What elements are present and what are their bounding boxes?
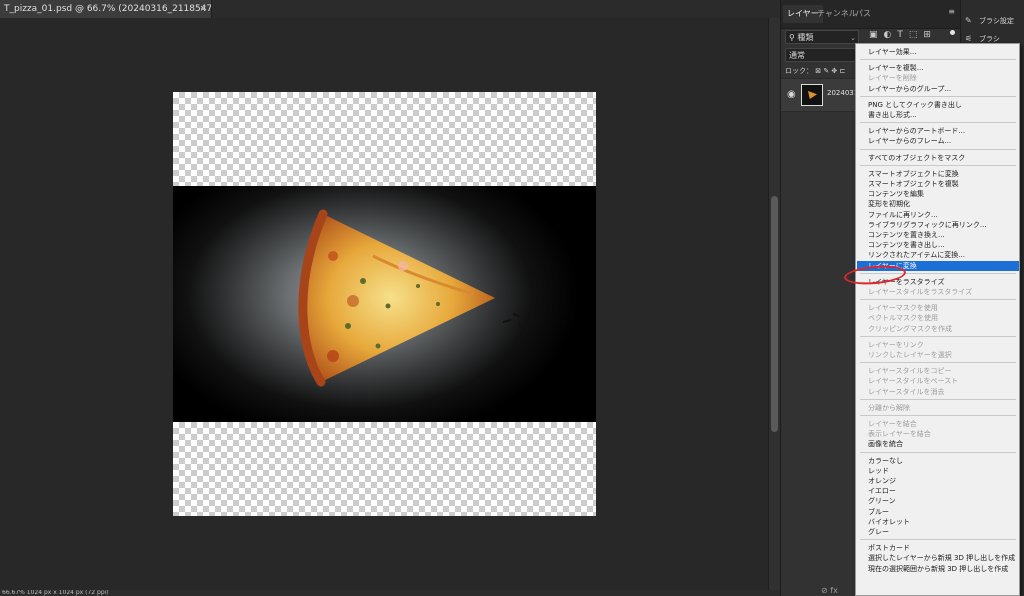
- menu-item[interactable]: ブルー: [868, 507, 1018, 517]
- menu-item[interactable]: コンテンツを編集: [868, 189, 1018, 199]
- menu-item[interactable]: グリーン: [868, 496, 1018, 506]
- transparent-area-bottom: [173, 422, 596, 516]
- layer-context-menu: レイヤー効果... レイヤーを複製... レイヤーを削除 レイヤーからのグループ...…: [855, 43, 1020, 596]
- document-tab-title: T_pizza_01.psd @ 66.7% (20240316_2118547…: [4, 4, 212, 14]
- menu-item: 表示レイヤーを結合: [868, 430, 931, 439]
- menu-item[interactable]: PNG としてクイック書き出し: [868, 100, 1018, 110]
- menu-separator: [860, 539, 1016, 541]
- menu-item: 分離から解除: [868, 403, 910, 412]
- tab-paths[interactable]: パス: [851, 5, 875, 23]
- menu-item[interactable]: レイヤーからのフレーム...: [868, 136, 1018, 146]
- menu-item[interactable]: イエロー: [868, 486, 1018, 496]
- layer-thumbnail: [801, 84, 823, 106]
- menu-item: レイヤースタイルをペースト: [868, 377, 959, 386]
- menu-separator: [860, 362, 1016, 364]
- menu-item-selected[interactable]: レイヤーに変換: [857, 260, 1019, 271]
- lock-label: ロック：: [785, 67, 813, 75]
- menu-item[interactable]: カラーなし: [868, 456, 1018, 466]
- menu-item[interactable]: レイヤーを複製...: [868, 63, 1018, 73]
- panel-footer-icons[interactable]: ⊘ fx: [821, 586, 838, 595]
- brush-settings-icon: ✎: [965, 16, 972, 25]
- layer-filter-select[interactable]: ⚲ 種類 ⌄: [785, 30, 859, 44]
- status-bar: 66.67% 1024 px x 1024 px (72 ppi): [0, 590, 780, 596]
- menu-item[interactable]: 現在の選択範囲から新規 3D 押し出しを作成: [868, 564, 1018, 574]
- menu-item[interactable]: スマートオブジェクトを複製: [868, 179, 1018, 189]
- menu-item: リンクしたレイヤーを選択: [868, 351, 952, 359]
- menu-item[interactable]: 画像を統合: [868, 439, 1018, 449]
- menu-separator: [860, 398, 1016, 400]
- menu-item[interactable]: レッド: [868, 466, 1018, 476]
- menu-item[interactable]: グレー: [868, 527, 1018, 537]
- menu-item: ベクトルマスクを使用: [868, 314, 938, 323]
- menu-item[interactable]: オレンジ: [868, 476, 1018, 486]
- menu-item: クリッピングマスクを作成: [868, 324, 952, 333]
- blend-mode-select[interactable]: 通常: [785, 48, 859, 62]
- menu-item[interactable]: レイヤーをラスタライズ: [868, 277, 1018, 287]
- panel-dot: [950, 30, 955, 35]
- menu-item[interactable]: スマートオブジェクトに変換: [868, 169, 1018, 179]
- menu-separator: [860, 148, 1016, 150]
- menu-item[interactable]: レイヤーからのアートボード...: [868, 126, 1018, 136]
- menu-separator: [860, 299, 1016, 301]
- panel-tabs: レイヤー チャンネル パス ≡: [781, 0, 961, 29]
- menu-item[interactable]: コンテンツを置き換え...: [868, 230, 1018, 240]
- menu-item[interactable]: ライブラリグラフィックに再リンク...: [868, 220, 1018, 230]
- filter-icons[interactable]: ▣◐T⬚⊞: [869, 30, 937, 40]
- menu-item: レイヤーをリンク: [868, 340, 924, 349]
- pizza-photo[interactable]: [173, 186, 596, 422]
- menu-item[interactable]: 書き出し形式...: [868, 110, 1018, 120]
- menu-separator: [860, 164, 1016, 166]
- menu-item[interactable]: 変形を初期化: [868, 199, 1018, 209]
- menu-separator: [860, 335, 1016, 337]
- side-item-label: ブラシ: [979, 35, 1000, 43]
- document-tab[interactable]: T_pizza_01.psd @ 66.7% (20240316_2118547…: [0, 0, 212, 18]
- pizza-slice-image: [298, 209, 524, 387]
- menu-separator: [860, 272, 1016, 274]
- menu-item: レイヤースタイルをコピー: [868, 367, 952, 376]
- filter-label: 種類: [797, 33, 814, 42]
- close-tab-icon[interactable]: ×: [199, 0, 207, 18]
- menu-separator: [860, 122, 1016, 124]
- menu-item[interactable]: リンクされたアイテムに変換...: [868, 250, 1018, 260]
- menu-item: レイヤーを結合: [868, 420, 917, 428]
- menu-separator: [860, 95, 1016, 97]
- menu-item[interactable]: ファイルに再リンク...: [868, 210, 1018, 220]
- menu-item[interactable]: レイヤー効果...: [868, 47, 1018, 57]
- eye-icon[interactable]: ◉: [787, 89, 796, 100]
- lock-icons[interactable]: ⊠ ✎ ✥ ⊏: [815, 67, 845, 75]
- transparent-area-top: [173, 92, 596, 186]
- menu-item: レイヤースタイルをラスタライズ: [868, 288, 973, 296]
- tab-strip: [212, 0, 780, 19]
- menu-separator: [860, 415, 1016, 416]
- menu-item[interactable]: ポストカード: [868, 543, 1018, 553]
- menu-item[interactable]: レイヤーからのグループ...: [868, 84, 1018, 94]
- brush-settings-item[interactable]: ✎ ブラシ設定: [965, 14, 1023, 28]
- menu-separator: [860, 451, 1016, 453]
- panel-menu-icon[interactable]: ≡: [948, 7, 955, 16]
- scrollbar-thumb[interactable]: [771, 196, 778, 432]
- menu-item: レイヤーを削除: [868, 74, 917, 83]
- menu-item[interactable]: コンテンツを書き出し...: [868, 240, 1018, 250]
- side-item-label: ブラシ設定: [979, 17, 1014, 25]
- menu-item: レイヤーマスクを使用: [868, 304, 938, 313]
- lock-row: ロック： ⊠ ✎ ✥ ⊏: [785, 66, 845, 76]
- menu-item[interactable]: 選択したレイヤーから新規 3D 押し出しを作成: [868, 553, 1018, 563]
- menu-item: レイヤースタイルを消去: [868, 387, 945, 396]
- menu-item[interactable]: すべてのオブジェクトをマスク: [868, 153, 1018, 163]
- menu-separator: [860, 59, 1016, 61]
- menu-item[interactable]: バイオレット: [868, 517, 1018, 527]
